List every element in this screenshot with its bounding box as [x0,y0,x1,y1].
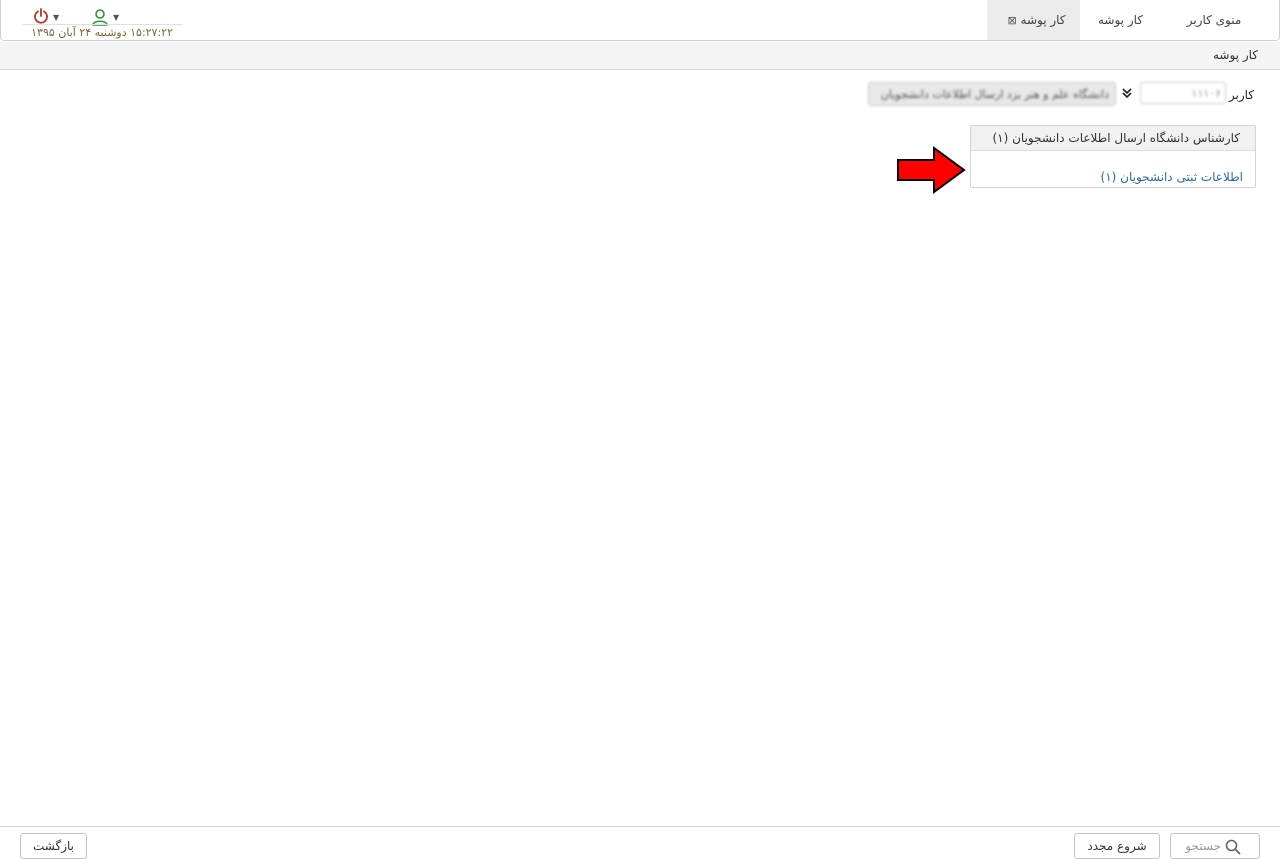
search-button-label: جستجو [1185,839,1221,853]
card-header: کارشناس دانشگاه ارسال اطلاعات دانشجویان … [971,126,1255,151]
power-icon[interactable] [33,8,49,24]
back-button[interactable]: بازگشت [20,833,87,859]
red-arrow-icon [897,146,966,194]
divider [23,24,183,25]
user-caret-icon[interactable]: ▼ [113,13,119,22]
search-icon [1225,839,1241,855]
breadcrumb: کار پوشه [0,42,1280,70]
current-datetime: ۱۵:۲۷:۲۲ دوشنبه ۲۴ آبان ۱۳۹۵ [31,26,173,39]
student-records-link[interactable]: اطلاعات ثبتی دانشجویان (۱) [1101,170,1243,184]
workfolder-card: کارشناس دانشگاه ارسال اطلاعات دانشجویان … [970,125,1256,188]
power-caret-icon[interactable]: ▼ [53,13,59,22]
tab-workfolder-active[interactable]: کار پوشه ⊠ [987,0,1080,40]
tab-user-menu[interactable]: منوی کاربر [1161,0,1267,40]
tab-workfolder-label: کار پوشه [1097,13,1143,27]
top-navigation-bar: منوی کاربر کار پوشه کار پوشه ⊠ ▼ ▼ ۱۵:۲۷… [0,0,1280,41]
user-label: کاربر [1228,88,1254,102]
tab-user-menu-label: منوی کاربر [1186,13,1242,27]
search-button[interactable]: جستجو [1170,833,1260,859]
tab-close-icon[interactable]: ⊠ [1007,14,1016,27]
organization-select[interactable]: دانشگاه علم و هنر یزد ارسال اطلاعات دانش… [868,82,1116,106]
restart-button[interactable]: شروع مجدد [1074,833,1160,859]
tab-workfolder-active-label: کار پوشه [1020,13,1066,27]
tab-workfolder[interactable]: کار پوشه [1080,0,1161,40]
user-status-area: ▼ ▼ ۱۵:۲۷:۲۲ دوشنبه ۲۴ آبان ۱۳۹۵ [23,4,183,40]
chevron-down-icon[interactable] [1120,86,1134,100]
page-title: کار پوشه [1212,48,1258,62]
user-code-field[interactable]: ۱۱۱۰۶ [1140,82,1226,104]
footer-toolbar: جستجو شروع مجدد بازگشت [0,826,1280,859]
